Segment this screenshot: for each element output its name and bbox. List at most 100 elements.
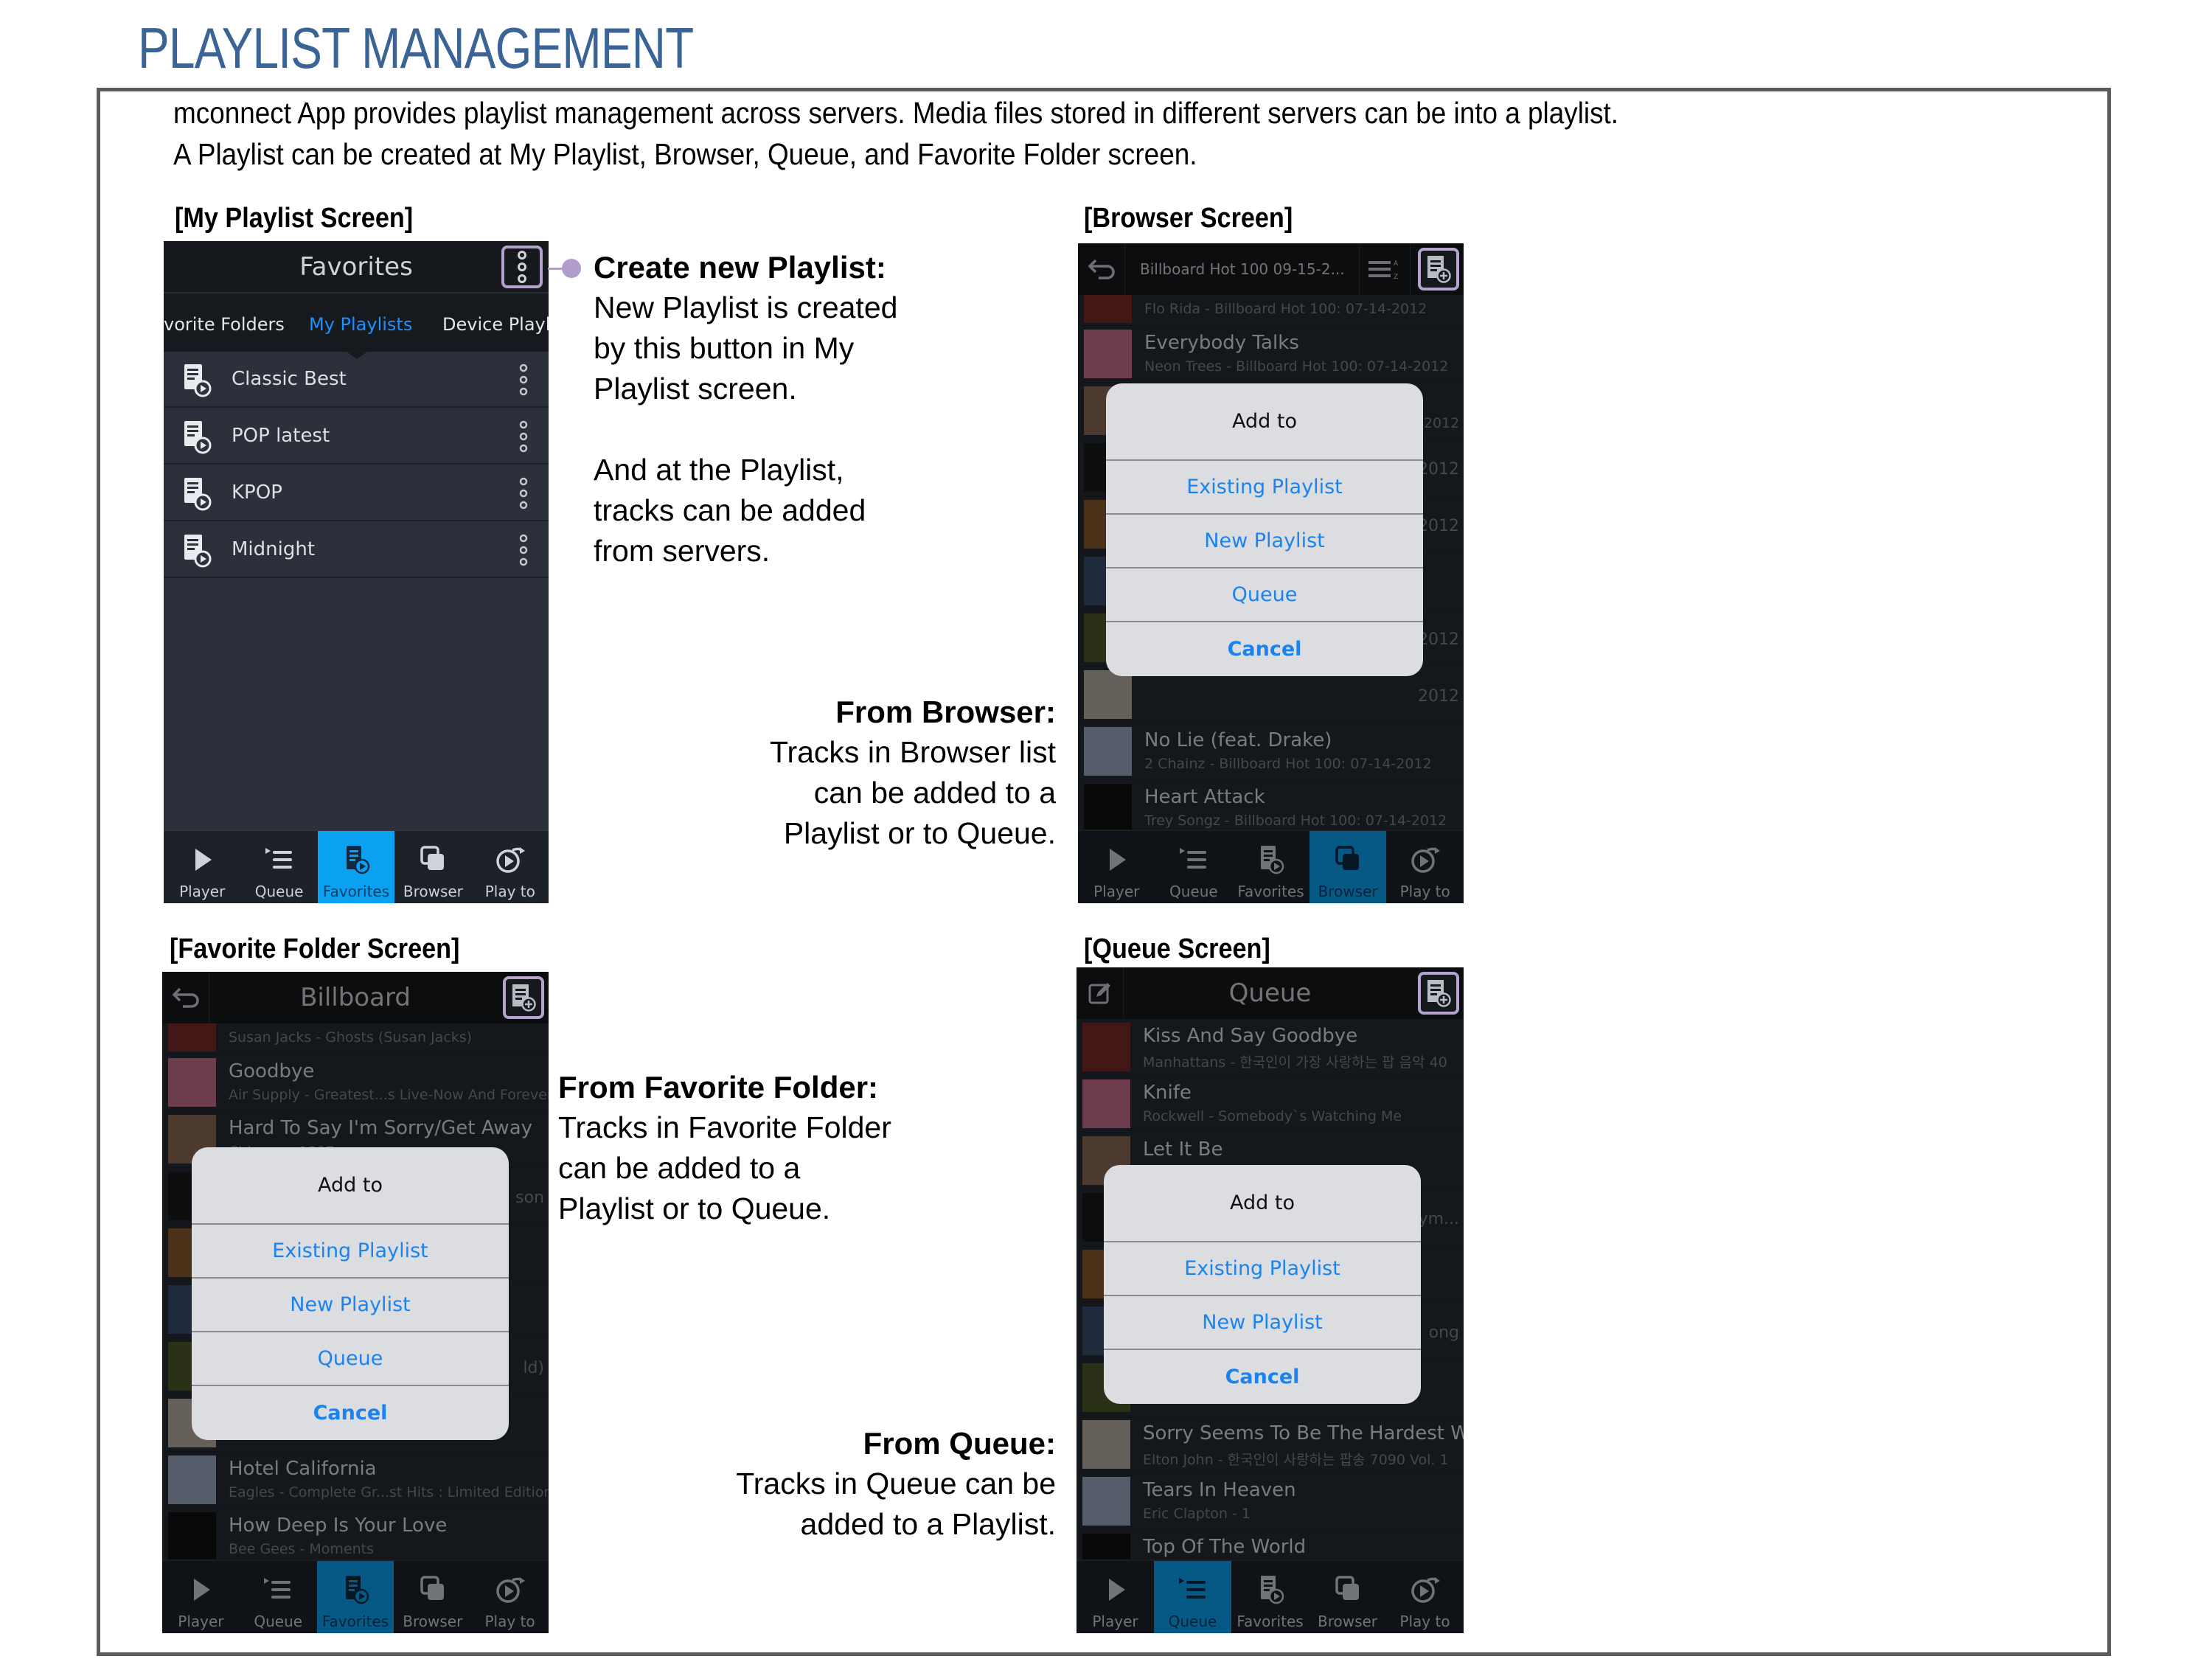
dialog-option-new-playlist[interactable]: New Playlist — [1104, 1296, 1421, 1350]
track-row[interactable]: Kiss And Say Goodbye Manhattans - 한국인이 가장… — [1077, 1019, 1464, 1076]
playlist-more-button[interactable] — [519, 534, 528, 566]
create-playlist-button[interactable] — [501, 246, 543, 288]
track-title: Goodbye — [229, 1060, 315, 1082]
create-playlist-callout: Create new Playlist: New Playlist is cre… — [594, 247, 897, 571]
add-to-playlist-button[interactable] — [1418, 972, 1459, 1015]
nav-item-label: Player — [178, 1613, 224, 1630]
tab-my-playlists[interactable]: My Playlists — [309, 314, 412, 335]
nav-item-queue[interactable]: Queue — [240, 831, 317, 903]
nav-item-play-to[interactable]: Play to — [471, 1561, 549, 1633]
track-title: Hotel California — [229, 1458, 377, 1480]
nav-item-label: Favorites — [321, 1613, 389, 1630]
track-row[interactable]: Susan Jacks - Ghosts (Susan Jacks) — [162, 1023, 549, 1054]
track-row[interactable]: No Lie (feat. Drake) 2 Chainz - Billboard… — [1078, 723, 1464, 780]
nav-item-queue[interactable]: Queue — [1155, 831, 1233, 903]
track-row[interactable]: Heart Attack Trey Songz - Billboard Hot 1… — [1078, 780, 1464, 837]
add-to-playlist-button[interactable] — [1418, 248, 1459, 291]
nav-item-label: Player — [1092, 1613, 1138, 1630]
dialog-option-new-playlist[interactable]: New Playlist — [192, 1279, 509, 1332]
playlist-more-button[interactable] — [519, 477, 528, 509]
browser-squares-icon — [416, 844, 450, 875]
nav-item-label: Queue — [254, 883, 304, 900]
album-art — [1082, 1023, 1130, 1071]
dialog-option-existing-playlist[interactable]: Existing Playlist — [1106, 461, 1423, 515]
playlist-icon — [183, 533, 212, 568]
track-row[interactable]: How Deep Is Your Love Bee Gees - Moments — [162, 1509, 549, 1565]
nav-item-browser[interactable]: Browser — [394, 1561, 471, 1633]
track-row[interactable]: Tears In Heaven Eric Clapton - 1 — [1077, 1473, 1464, 1530]
track-subtitle: Eric Clapton - 1 — [1143, 1506, 1251, 1522]
track-subtitle: 2012 — [1418, 630, 1459, 649]
track-subtitle: son — [515, 1189, 544, 1207]
playlist-row[interactable]: KPOP — [164, 465, 549, 521]
callout-line: And at the Playlist, — [594, 453, 844, 487]
tab-device-playlists[interactable]: Device Playli — [442, 314, 549, 335]
album-art — [1084, 330, 1132, 378]
nav-item-player[interactable]: Player — [1078, 831, 1155, 903]
dialog-title: Add to — [192, 1147, 509, 1225]
playlist-row[interactable]: POP latest — [164, 408, 549, 465]
nav-item-favorites[interactable]: Favorites — [317, 831, 395, 903]
nav-item-label: Browser — [403, 883, 463, 900]
dialog-option-existing-playlist[interactable]: Existing Playlist — [1104, 1242, 1421, 1296]
nav-item-player[interactable]: Player — [162, 1561, 240, 1633]
dialog-option-cancel[interactable]: Cancel — [1106, 622, 1423, 676]
track-row[interactable]: Hotel California Eagles - Complete Gr...s… — [162, 1452, 549, 1509]
browser-squares-icon — [1331, 1574, 1365, 1605]
nav-item-player[interactable]: Player — [1077, 1561, 1154, 1633]
back-button[interactable] — [162, 972, 209, 1023]
header-title: Favorites — [299, 251, 413, 282]
more-vertical-icon — [519, 477, 528, 509]
nav-item-player[interactable]: Player — [164, 831, 240, 903]
playlist-icon — [183, 476, 212, 511]
playlist-more-button[interactable] — [519, 364, 528, 396]
album-art — [1084, 295, 1132, 323]
nav-item-play-to[interactable]: Play to — [1386, 831, 1464, 903]
play-to-icon — [493, 1574, 527, 1605]
nav-item-queue[interactable]: Queue — [1154, 1561, 1231, 1633]
track-row[interactable]: Goodbye Air Supply - Greatest...s Live-No… — [162, 1054, 549, 1111]
nav-item-browser[interactable]: Browser — [394, 831, 471, 903]
playlist-more-button[interactable] — [519, 420, 528, 453]
nav-item-favorites[interactable]: Favorites — [1231, 1561, 1309, 1633]
nav-item-queue[interactable]: Queue — [240, 1561, 317, 1633]
tab-favorite-folders[interactable]: vorite Folders — [164, 314, 285, 335]
nav-item-favorites[interactable]: Favorites — [1232, 831, 1310, 903]
dialog-option-cancel[interactable]: Cancel — [1104, 1350, 1421, 1404]
dialog-option-existing-playlist[interactable]: Existing Playlist — [192, 1225, 509, 1279]
label-browser-screen: [Browser Screen] — [1084, 203, 1293, 234]
track-subtitle: Susan Jacks - Ghosts (Susan Jacks) — [229, 1029, 473, 1046]
dialog-option-queue[interactable]: Queue — [1106, 568, 1423, 622]
track-title: Kiss And Say Goodbye — [1143, 1025, 1358, 1047]
dialog-option-new-playlist[interactable]: New Playlist — [1106, 515, 1423, 568]
sort-button[interactable]: AZ — [1359, 243, 1411, 295]
svg-text:A: A — [1394, 260, 1399, 268]
play-to-icon — [1408, 1574, 1442, 1605]
track-row[interactable]: Sorry Seems To Be The Hardest Word Elton … — [1077, 1416, 1464, 1473]
nav-item-play-to[interactable]: Play to — [1386, 1561, 1464, 1633]
nav-item-play-to[interactable]: Play to — [472, 831, 549, 903]
back-arrow-icon — [172, 987, 199, 1008]
add-to-playlist-button[interactable] — [503, 976, 544, 1019]
play-to-icon — [1408, 844, 1442, 875]
playlist-name: Midnight — [232, 538, 316, 560]
nav-item-browser[interactable]: Browser — [1309, 831, 1387, 903]
back-arrow-icon — [1088, 259, 1115, 279]
playlist-row[interactable]: Classic Best — [164, 352, 549, 408]
track-row[interactable]: Everybody Talks Neon Trees - Billboard Ho… — [1078, 326, 1464, 383]
nav-item-browser[interactable]: Browser — [1309, 1561, 1386, 1633]
track-subtitle: ld) — [523, 1359, 544, 1377]
queue-list-icon — [1177, 844, 1211, 875]
from-queue-callout: From Queue: Tracks in Queue can be added… — [736, 1423, 1056, 1545]
playlist-row[interactable]: Midnight — [164, 522, 549, 578]
track-row[interactable]: Knife Rockwell - Somebody`s Watching Me — [1077, 1076, 1464, 1133]
dialog-option-queue[interactable]: Queue — [192, 1332, 509, 1386]
edit-button[interactable] — [1077, 967, 1124, 1019]
back-button[interactable] — [1078, 243, 1125, 295]
nav-item-label: Favorites — [1237, 883, 1304, 900]
track-title: Everybody Talks — [1144, 332, 1299, 354]
add-to-dialog: Add to Existing Playlist New Playlist Queue… — [1106, 383, 1423, 676]
dialog-option-cancel[interactable]: Cancel — [192, 1386, 509, 1440]
track-row[interactable]: Flo Rida - Billboard Hot 100: 07-14-2012 — [1078, 295, 1464, 326]
nav-item-favorites[interactable]: Favorites — [316, 1561, 394, 1633]
